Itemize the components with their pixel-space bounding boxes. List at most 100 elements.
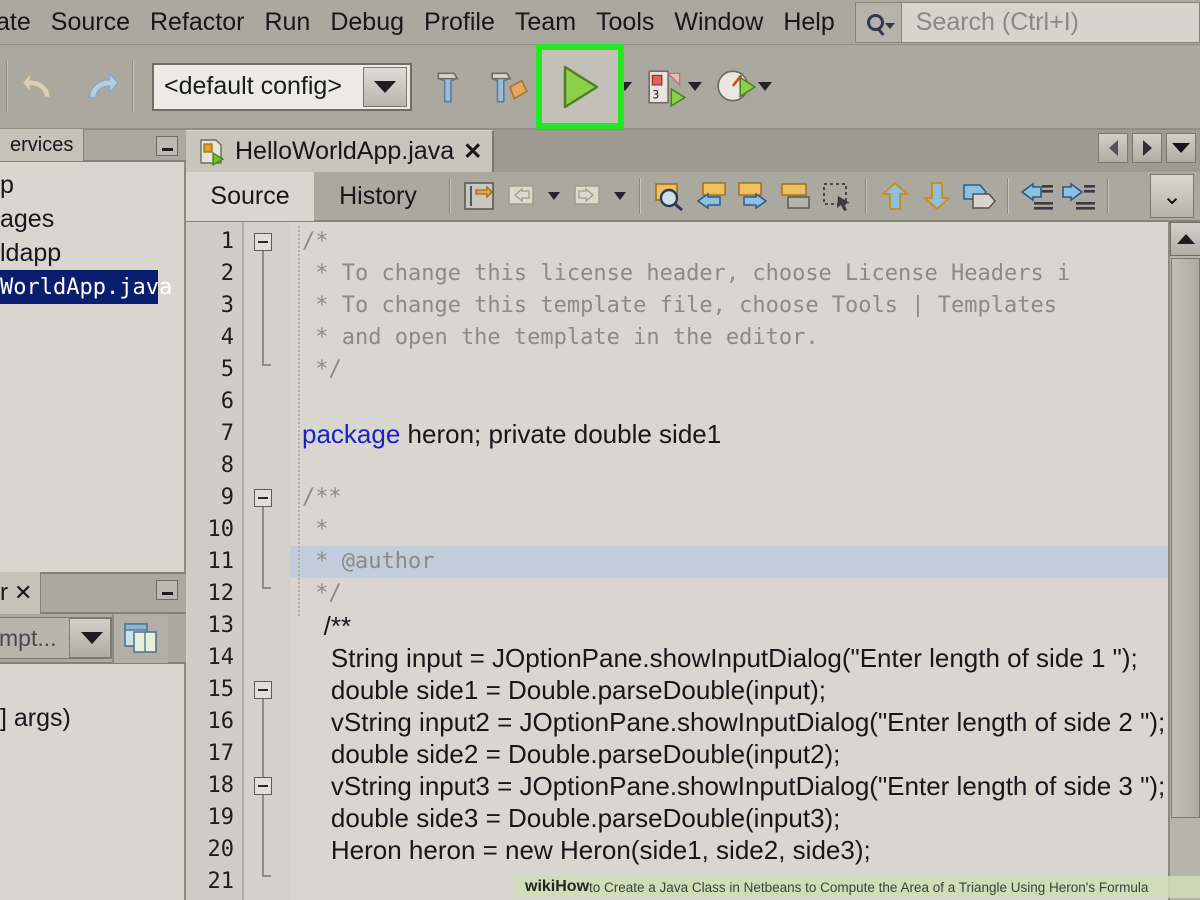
undo-button[interactable] [14, 56, 70, 118]
shift-line-down-button[interactable] [916, 175, 958, 217]
code-line[interactable]: */ [290, 578, 1200, 610]
code-keyword: package [302, 419, 401, 449]
minimize-output-button[interactable] [156, 580, 178, 600]
code-line[interactable]: double side3 = Double.parseDouble(input3… [290, 802, 1200, 834]
menu-item-team[interactable]: Team [505, 8, 586, 37]
menu-item-window[interactable]: Window [664, 8, 773, 37]
netbeans-window: ate Source Refactor Run Debug Profile Te… [0, 0, 1200, 900]
previous-bookmark-button[interactable] [690, 175, 732, 217]
code-line[interactable]: double side2 = Double.parseDouble(input2… [290, 738, 1200, 770]
code-line[interactable]: String input = JOptionPane.showInputDial… [290, 642, 1200, 674]
toggle-bookmark-icon [781, 183, 810, 209]
rectangular-selection-button[interactable] [816, 175, 858, 217]
menu-item-debug[interactable]: Debug [320, 8, 414, 37]
shift-left-button[interactable] [1016, 175, 1058, 217]
next-tab-button[interactable] [1132, 133, 1162, 163]
code-line[interactable]: vString input3 = JOptionPane.showInputDi… [290, 770, 1200, 802]
sidebar-tab-services[interactable]: ervices [0, 129, 85, 161]
shift-line-up-button[interactable] [874, 175, 916, 217]
toolbar-expand-button[interactable]: ⌄ [1150, 174, 1194, 218]
prompt-dropdown-arrow[interactable] [69, 618, 111, 658]
code-line[interactable]: * @author [290, 546, 1200, 578]
fold-toggle-1[interactable] [254, 233, 272, 251]
line-number: 17 [207, 741, 235, 766]
fold-toggle-2[interactable] [254, 489, 272, 507]
code-line[interactable] [290, 386, 1200, 418]
previous-tab-button[interactable] [1098, 133, 1128, 163]
shift-line-down-icon [922, 182, 952, 211]
code-line[interactable]: double side1 = Double.parseDouble(input)… [290, 674, 1200, 706]
tree-item-helloworldapp[interactable]: ldapp [0, 236, 184, 270]
menu-item-run[interactable]: Run [254, 8, 320, 37]
code-line[interactable]: Heron heron = new Heron(side1, side2, si… [290, 834, 1200, 866]
fold-bracket-1 [262, 251, 264, 364]
code-fold-column[interactable] [244, 222, 290, 900]
code-line[interactable]: /* [290, 226, 1200, 258]
menu-item-refactor[interactable]: Refactor [140, 8, 254, 37]
toolbar-divider [6, 60, 8, 113]
forward-dropdown-arrow[interactable] [614, 192, 626, 200]
prompt-dropdown[interactable]: mpt... [0, 617, 112, 659]
menu-item-source[interactable]: Source [41, 8, 140, 37]
profile-project-button[interactable] [708, 56, 764, 118]
code-line[interactable] [290, 450, 1200, 482]
code-line[interactable]: vString input2 = JOptionPane.showInputDi… [290, 706, 1200, 738]
menu-item-help[interactable]: Help [773, 8, 844, 37]
comment-button[interactable] [958, 175, 1000, 217]
minimize-window-button[interactable] [156, 136, 178, 156]
code-line[interactable]: * To change this license header, choose … [290, 258, 1200, 290]
tree-item-packages[interactable]: ages [0, 202, 184, 236]
config-dropdown-arrow[interactable] [363, 66, 407, 107]
code-line[interactable]: * To change this template file, choose T… [290, 290, 1200, 322]
close-icon[interactable]: ✕ [14, 580, 32, 606]
menu-item-ate[interactable]: ate [0, 8, 41, 37]
tree-item-0[interactable]: p [0, 168, 184, 202]
back-button[interactable] [500, 175, 542, 217]
close-icon[interactable]: ✕ [463, 138, 482, 165]
menu-item-profile[interactable]: Profile [414, 8, 505, 37]
project-tree[interactable]: p ages ldapp WorldApp.java [0, 162, 186, 572]
search-icon[interactable] [854, 1, 901, 43]
search-box[interactable]: Search (Ctrl+I) [854, 1, 1200, 43]
tab-history[interactable]: History [314, 171, 442, 221]
code-line[interactable]: */ [290, 354, 1200, 386]
tab-source[interactable]: Source [186, 171, 314, 221]
code-line[interactable]: package heron; private double side1 [290, 418, 1200, 450]
scrollbar-thumb[interactable] [1171, 258, 1200, 818]
line-number: 20 [207, 837, 235, 862]
run-project-button[interactable] [536, 44, 624, 129]
fold-toggle-4[interactable] [254, 777, 272, 795]
editor-vertical-scrollbar[interactable] [1168, 222, 1200, 900]
editor-tab-helloworldapp[interactable]: HelloWorldApp.java ✕ [186, 130, 495, 172]
code-editor[interactable]: 1 2 3 4 5 6 7 8 9 10 11 12 13 14 15 16 17 18 19 20 21 /* * T… [186, 222, 1200, 900]
next-bookmark-button[interactable] [732, 175, 774, 217]
code-line[interactable]: /** [290, 610, 1200, 642]
tree-item-helloworldapp-java[interactable]: WorldApp.java [0, 270, 172, 304]
redo-button[interactable] [70, 56, 126, 118]
layout-toggle-button[interactable] [112, 613, 168, 663]
config-dropdown-value: <default config> [164, 72, 342, 100]
back-dropdown-arrow[interactable] [548, 192, 560, 200]
toggle-bookmark-button[interactable] [774, 175, 816, 217]
debug-project-button[interactable]: 3 [638, 56, 694, 118]
clean-build-button[interactable] [480, 56, 536, 118]
config-dropdown[interactable]: <default config> [152, 62, 412, 111]
scroll-up-button[interactable] [1170, 222, 1200, 256]
menu-item-tools[interactable]: Tools [586, 8, 664, 37]
sidebar-tab-output[interactable]: r ✕ [0, 572, 42, 614]
code-lines[interactable]: /* * To change this license header, choo… [290, 222, 1200, 900]
shift-right-button[interactable] [1058, 175, 1100, 217]
find-selection-button[interactable] [648, 175, 690, 217]
code-line[interactable]: /** [290, 482, 1200, 514]
last-edit-button[interactable] [458, 175, 500, 217]
line-number: 21 [207, 869, 235, 894]
code-line[interactable]: * and open the template in the editor. [290, 322, 1200, 354]
build-button[interactable] [424, 56, 480, 118]
tab-list-button[interactable] [1166, 133, 1196, 163]
fold-bracket-3 [262, 699, 264, 779]
search-input[interactable]: Search (Ctrl+I) [900, 1, 1200, 43]
fold-toggle-3[interactable] [254, 681, 272, 699]
watermark-brand-wiki: wiki [525, 878, 556, 895]
code-line[interactable]: * [290, 514, 1200, 546]
forward-button[interactable] [566, 175, 608, 217]
